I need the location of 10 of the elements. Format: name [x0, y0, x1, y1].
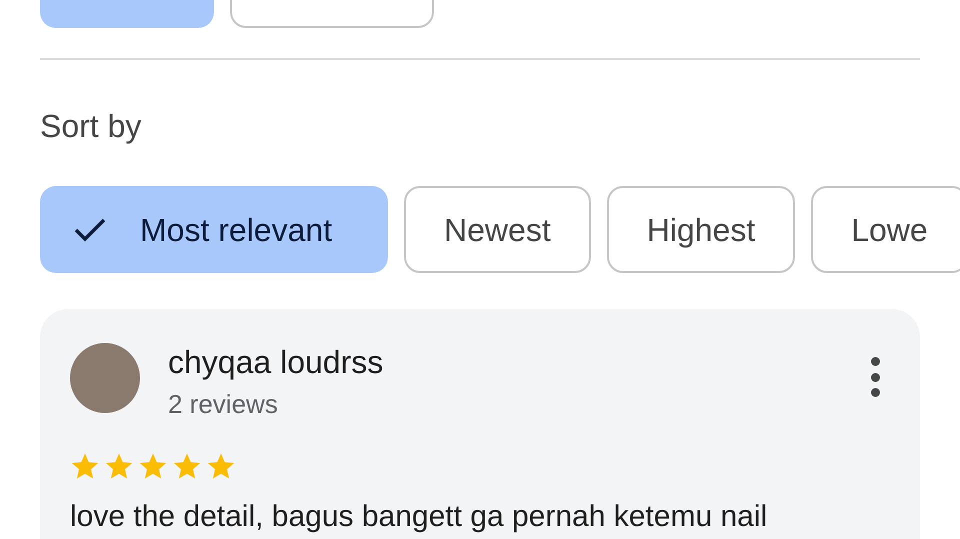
review-text: love the detail, bagus bangett ga pernah ketemu nail — [70, 499, 768, 535]
sort-chip[interactable]: Lowe — [811, 186, 960, 273]
reviewer-name: chyqaa loudrss — [168, 343, 384, 381]
sort-chip[interactable]: Newest — [404, 186, 591, 273]
sort-chip[interactable]: Most relevant — [40, 186, 388, 273]
sort-label: Sort by — [40, 107, 142, 146]
review-count: 2 reviews — [168, 388, 278, 421]
more-options-icon[interactable] — [870, 357, 880, 397]
checkmark-icon — [74, 216, 106, 242]
sort-chip[interactable]: Highest — [606, 186, 796, 273]
